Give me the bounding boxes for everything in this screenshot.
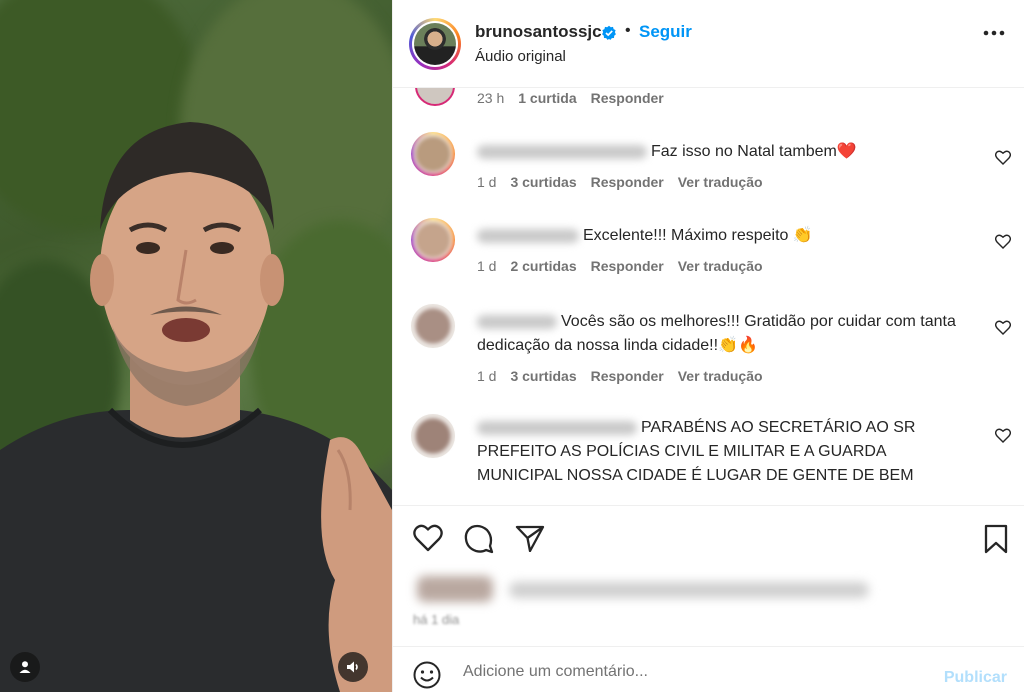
commenter-username[interactable] [477,144,647,159]
heart-icon[interactable] [413,524,443,552]
comment-body: Faz isso no Natal tambem❤️ [477,140,957,164]
comment-emoji: 👏 [792,227,813,244]
commenter-username[interactable] [477,314,557,329]
user-icon [19,661,31,673]
translate-button[interactable]: Ver tradução [678,368,763,384]
comment-meta: 1 d 3 curtidas Responder Ver tradução [477,174,763,190]
bookmark-icon[interactable] [983,524,1009,554]
commenter-avatar[interactable] [411,304,455,348]
reply-button[interactable]: Responder [591,368,664,384]
separator-dot: • [625,22,631,39]
comment-likes[interactable]: 3 curtidas [510,174,576,190]
comment-emoji: ❤️ [836,143,857,160]
comment-item: Vocês são os melhores!!! Gratidão por cu… [393,302,1024,402]
previous-comment-avatar [415,88,455,106]
emoji-icon[interactable] [413,661,441,689]
commenter-avatar[interactable] [411,132,455,176]
comment-meta: 1 d 2 curtidas Responder Ver tradução [477,258,763,274]
share-icon[interactable] [515,524,545,552]
previous-comment-meta: 23 h 1 curtida Responder [477,90,664,106]
more-icon[interactable] [983,30,1005,36]
commenter-avatar[interactable] [411,218,455,262]
comment-item: Faz isso no Natal tambem❤️ 1 d 3 curtida… [393,132,1024,212]
comment-meta: 1 d 3 curtidas Responder Ver tradução [477,368,763,384]
speaker-icon [347,661,358,673]
commenter-username[interactable] [477,420,637,435]
comment-icon[interactable] [464,524,494,554]
reply-button[interactable]: Responder [591,258,664,274]
comment-time: 1 d [477,368,497,384]
comment-time: 1 d [477,174,497,190]
comment-input[interactable] [463,659,923,685]
heart-icon[interactable] [995,320,1011,335]
audio-label[interactable]: Áudio original [475,48,566,65]
comment-likes[interactable]: 2 curtidas [510,258,576,274]
heart-icon[interactable] [995,234,1011,249]
author-username[interactable]: brunosantossjc [475,22,602,42]
comment-emoji: 👏🔥 [718,337,758,354]
add-comment-bar: Publicar [393,646,1024,692]
translate-button[interactable]: Ver tradução [678,258,763,274]
mute-button[interactable] [338,652,368,682]
comment-likes[interactable]: 3 curtidas [510,368,576,384]
reply-button[interactable]: Responder [591,174,664,190]
comment-text: Faz isso no Natal tambem [651,143,837,160]
publish-button[interactable]: Publicar [944,669,1007,687]
comment-time: 23 h [477,90,505,106]
comment-item: PARABÉNS AO SECRETÁRIO AO SR PREFEITO AS… [393,410,1024,500]
comment-item: Excelente!!! Máximo respeito 👏 1 d 2 cur… [393,216,1024,296]
comment-body: Vocês são os melhores!!! Gratidão por cu… [477,310,957,358]
commenter-username[interactable] [477,228,579,243]
presenter [0,122,392,692]
verified-icon [602,25,616,40]
post-actions [393,505,1024,569]
author-avatar[interactable] [409,18,461,70]
follow-button[interactable]: Seguir [639,22,692,42]
heart-icon[interactable] [995,428,1011,443]
comment-likes[interactable]: 1 curtida [518,90,576,106]
post-panel: brunosantossjc • Seguir Áudio original 2… [392,0,1024,692]
commenter-avatar[interactable] [411,414,455,458]
comments-list[interactable]: 23 h 1 curtida Responder Faz isso no Nat… [393,88,1024,505]
post-header: brunosantossjc • Seguir Áudio original [393,0,1024,88]
translate-button[interactable]: Ver tradução [678,174,763,190]
reel-video[interactable] [0,0,392,692]
user-tag-button[interactable] [10,652,40,682]
post-timestamp: há 1 dia [413,612,460,627]
comment-text: Excelente!!! Máximo respeito [583,227,789,244]
comment-body: Excelente!!! Máximo respeito 👏 [477,224,957,248]
comment-time: 1 d [477,258,497,274]
liked-by-summary[interactable] [413,574,893,604]
comment-body: PARABÉNS AO SECRETÁRIO AO SR PREFEITO AS… [477,416,957,488]
heart-icon[interactable] [995,150,1011,165]
reply-button[interactable]: Responder [591,90,664,106]
